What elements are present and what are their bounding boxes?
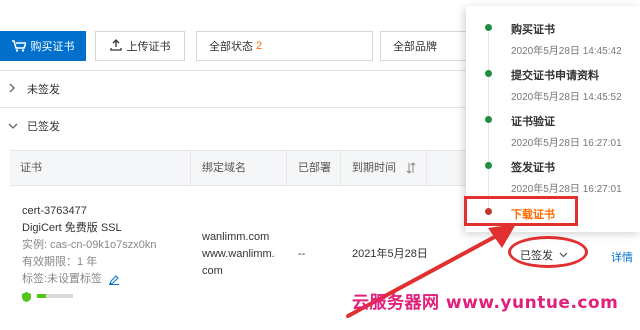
cert-id: cert-3763477: [22, 205, 87, 217]
brand-filter-label: 全部品牌: [393, 41, 437, 53]
timeline-step-time: 2020年5月28日 14:45:42: [511, 46, 622, 57]
timeline-step-title: 签发证书: [511, 162, 555, 174]
cert-validity: 有效期限：1 年: [22, 256, 98, 268]
status-filter-select[interactable]: 全部状态 2: [196, 31, 373, 61]
cert-name: DigiCert 免费版 SSL: [22, 222, 122, 234]
watermark-text: 云服务器网 www.yuntue.com: [352, 293, 619, 313]
status-filter-label: 全部状态: [209, 41, 253, 53]
timeline-dot: [485, 24, 492, 31]
timeline-dot: [485, 162, 492, 169]
security-level-bar: [37, 294, 74, 299]
details-link[interactable]: 详情: [611, 249, 633, 265]
column-header-expiry[interactable]: 到期时间: [352, 151, 396, 185]
domain-line: www.wanlimm.: [202, 248, 275, 260]
column-header-certificate: 证书: [20, 162, 42, 174]
chevron-down-icon: [8, 119, 18, 133]
cert-instance: 实例: cas-cn-09k1o7szx0kn: [22, 239, 157, 251]
cart-icon: [11, 40, 27, 52]
upload-certificate-button[interactable]: 上传证书: [95, 31, 185, 61]
certificate-cell: cert-3763477 DigiCert 免费版 SSL 实例: cas-cn…: [22, 203, 157, 305]
upload-icon: [109, 38, 122, 54]
domain-line: com: [202, 265, 223, 277]
status-filter-count: 2: [256, 40, 263, 52]
sort-icon[interactable]: [406, 162, 416, 177]
timeline-step-time: 2020年5月28日 16:27:01: [511, 138, 622, 149]
brand-filter-select[interactable]: 全部品牌: [380, 31, 468, 61]
timeline-step-time: 2020年5月28日 16:27:01: [511, 184, 622, 195]
cert-tags: 标签:未设置标签: [22, 273, 103, 285]
timeline-step-time: 2020年5月28日 14:45:52: [511, 92, 622, 103]
timeline-dot: [485, 70, 492, 77]
buy-certificate-button[interactable]: 购买证书: [0, 31, 86, 61]
upload-certificate-label: 上传证书: [126, 41, 171, 53]
domain-cell: wanlimm.com www.wanlimm. com: [202, 229, 275, 280]
domain-line: wanlimm.com: [202, 231, 270, 243]
deployed-cell: --: [298, 248, 306, 260]
column-header-domain: 绑定域名: [202, 162, 246, 174]
chevron-right-icon: [8, 82, 18, 96]
timeline-step-title: 提交证书申请资料: [511, 70, 599, 82]
timeline-step-title: 证书验证: [511, 116, 555, 128]
edit-icon[interactable]: [109, 274, 120, 286]
timeline-dot: [485, 116, 492, 123]
column-header-deployed: 已部署: [298, 162, 331, 174]
group-unissued-label: 未签发: [27, 83, 60, 96]
timeline-step-title: 购买证书: [511, 24, 555, 36]
group-issued-label: 已签发: [27, 120, 60, 133]
buy-certificate-label: 购买证书: [30, 41, 75, 53]
shield-icon: [22, 291, 31, 303]
